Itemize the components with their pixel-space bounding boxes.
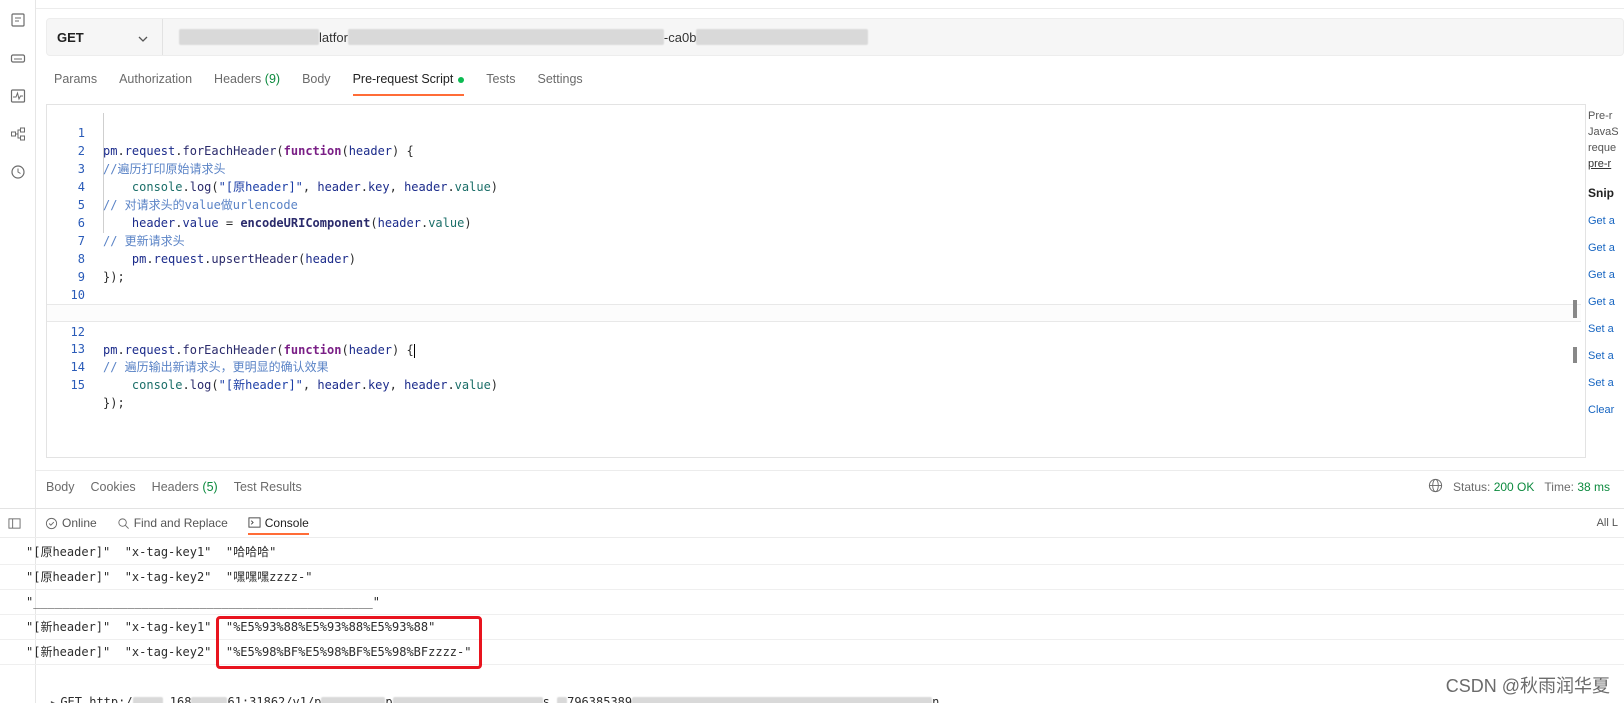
environments-icon[interactable] [10, 50, 26, 66]
code-line: 6 // 更新请求头 [77, 216, 185, 248]
response-bar: Body Cookies Headers (5) Test Results St… [36, 470, 1624, 502]
redacted-url-part [696, 29, 869, 45]
redacted-url-part [179, 29, 319, 45]
search-icon [118, 517, 129, 529]
status-value: 200 OK [1493, 480, 1535, 494]
tab-body[interactable]: Body [302, 70, 331, 96]
time-label: Time: [1544, 480, 1574, 494]
url-input[interactable]: latfor -ca0b [163, 19, 1623, 55]
learn-more-link[interactable]: pre-r [1588, 158, 1611, 170]
snippet-item[interactable]: Get a [1588, 269, 1624, 281]
snippet-item[interactable]: Get a [1588, 296, 1624, 308]
redacted-url-part [347, 29, 664, 45]
flows-icon[interactable] [10, 126, 26, 142]
time-value: 38 ms [1577, 480, 1610, 494]
response-tab-cookies[interactable]: Cookies [91, 480, 136, 494]
editor-scrollbar-marker[interactable] [1573, 300, 1577, 318]
editor-scrollbar-thumb[interactable] [1573, 347, 1577, 363]
code-line-active: 12 pm.request.forEachHeader(function(hea… [47, 304, 1581, 358]
code-line: 9 [77, 270, 85, 284]
code-line: 1 pm.request.forEachHeader(function(head… [77, 126, 414, 158]
script-status-dot [458, 76, 465, 83]
snippet-item[interactable]: Set a [1588, 377, 1624, 389]
tab-params[interactable]: Params [54, 70, 97, 96]
chevron-down-icon [138, 32, 148, 42]
online-status[interactable]: Online [45, 516, 97, 530]
code-line: 5 header.value = encodeURIComponent(head… [77, 198, 472, 230]
request-tabs: Params Authorization Headers (9) Body Pr… [54, 70, 605, 96]
console-log-row[interactable]: "_______________________________________… [0, 590, 1624, 615]
snippets-heading: Snip [1588, 186, 1614, 200]
postman-window: GET latfor -ca0b Params Authorization He… [0, 0, 1624, 703]
url-fragment-1: latfor [319, 29, 348, 45]
method-label: GET [57, 29, 84, 45]
snippets-description: JavaS [1588, 126, 1619, 138]
history-icon[interactable] [10, 164, 26, 180]
console-toolbar: Online Find and Replace Console All L [0, 508, 1624, 538]
red-highlight-box [216, 616, 482, 669]
snippet-item[interactable]: Clear [1588, 404, 1624, 416]
snippets-description: Pre-r [1588, 110, 1613, 122]
collections-icon[interactable] [10, 12, 26, 28]
code-line: 14 console.log("[新header]", header.key, … [70, 360, 499, 392]
tab-tests[interactable]: Tests [486, 70, 515, 96]
toggle-sidebar-icon[interactable] [8, 517, 25, 530]
tab-authorization[interactable]: Authorization [119, 70, 192, 96]
tab-settings[interactable]: Settings [537, 70, 582, 96]
watermark: CSDN @秋雨润华夏 [1445, 676, 1610, 696]
response-tab-test-results[interactable]: Test Results [234, 480, 302, 494]
headers-count: (9) [264, 72, 281, 86]
script-editor[interactable]: 1 pm.request.forEachHeader(function(head… [46, 104, 1586, 458]
code-line: 2 //遍历打印原始请求头 [77, 144, 226, 176]
globe-icon[interactable] [1428, 478, 1443, 496]
code-line: 15 }); [70, 378, 125, 410]
monitors-icon[interactable] [10, 88, 26, 104]
snippets-description: reque [1588, 142, 1617, 154]
snippet-item[interactable]: Set a [1588, 350, 1624, 362]
tab-headers[interactable]: Headers (9) [214, 70, 280, 96]
response-tab-body[interactable]: Body [46, 480, 75, 494]
snippet-item[interactable]: Get a [1588, 242, 1624, 254]
code-line: 13 // 遍历输出新请求头，更明显的确认效果 [70, 342, 329, 374]
code-line: 11 [47, 286, 1581, 320]
response-tab-headers[interactable]: Headers (5) [152, 480, 218, 494]
find-and-replace-button[interactable]: Find and Replace [117, 516, 228, 530]
console-tab[interactable]: Console [247, 516, 309, 535]
status-label: Status: [1452, 480, 1491, 494]
code-line: 10 console.log("_____________________ 我是… [70, 288, 633, 320]
code-line: 7 pm.request.upsertHeader(header) [77, 234, 356, 266]
snippet-item[interactable]: Get a [1588, 215, 1624, 227]
console-log-row[interactable]: "[原header]" "x-tag-key2" "嘿嘿嘿zzzz-" [0, 565, 1624, 590]
response-headers-count: (5) [202, 479, 218, 494]
snippet-item[interactable]: Set a [1588, 323, 1624, 335]
all-logs-select[interactable]: All L [1597, 517, 1618, 529]
check-circle-icon [45, 517, 58, 529]
top-divider [36, 8, 1624, 9]
code-line: 8 }); [77, 252, 125, 284]
response-status-area: Status: 200 OK Time: 38 ms [1428, 471, 1610, 503]
tab-pre-request-script[interactable]: Pre-request Script [352, 70, 465, 96]
url-bar: GET latfor -ca0b [46, 18, 1624, 56]
code-line: 4 // 对请求头的value做urlencode [77, 180, 298, 212]
code-line: 3 console.log("[原header]", header.key, h… [77, 162, 499, 194]
console-log-row[interactable]: "[原header]" "x-tag-key1" "哈哈哈" [0, 540, 1624, 565]
method-select[interactable]: GET [47, 19, 163, 55]
url-fragment-2: -ca0b [663, 29, 697, 45]
snippets-panel: Pre-r JavaS reque pre-r Snip Get a Get a… [1588, 104, 1624, 458]
expand-triangle-icon[interactable]: ▶ [51, 692, 56, 703]
terminal-icon [248, 517, 261, 528]
